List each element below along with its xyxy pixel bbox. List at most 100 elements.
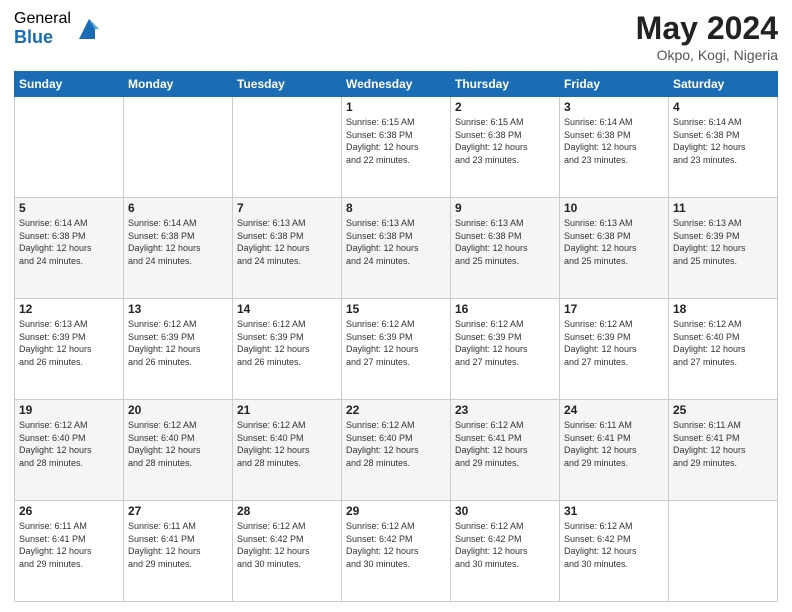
calendar-cell: 24 Sunrise: 6:11 AM Sunset: 6:41 PM Dayli…	[560, 400, 669, 501]
day-info: Sunrise: 6:14 AM Sunset: 6:38 PM Dayligh…	[128, 217, 228, 267]
calendar-cell: 1 Sunrise: 6:15 AM Sunset: 6:38 PM Daylig…	[342, 97, 451, 198]
calendar-week-2: 5 Sunrise: 6:14 AM Sunset: 6:38 PM Daylig…	[15, 198, 778, 299]
day-info: Sunrise: 6:13 AM Sunset: 6:38 PM Dayligh…	[455, 217, 555, 267]
title-block: May 2024 Okpo, Kogi, Nigeria	[636, 10, 778, 63]
calendar-week-5: 26Sunrise: 6:11 AM Sunset: 6:41 PM Dayli…	[15, 501, 778, 602]
calendar-cell: 2 Sunrise: 6:15 AM Sunset: 6:38 PM Daylig…	[451, 97, 560, 198]
calendar-cell: 20Sunrise: 6:12 AM Sunset: 6:40 PM Dayli…	[124, 400, 233, 501]
calendar-cell: 15 Sunrise: 6:12 AM Sunset: 6:39 PM Dayli…	[342, 299, 451, 400]
header: General Blue May 2024 Okpo, Kogi, Nigeri…	[14, 10, 778, 63]
day-info: Sunrise: 6:11 AM Sunset: 6:41 PM Dayligh…	[564, 419, 664, 469]
day-info: Sunrise: 6:15 AM Sunset: 6:38 PM Dayligh…	[346, 116, 446, 166]
col-header-friday: Friday	[560, 72, 669, 97]
day-info: Sunrise: 6:14 AM Sunset: 6:38 PM Dayligh…	[673, 116, 773, 166]
day-number: 3	[564, 100, 664, 114]
logo: General Blue	[14, 10, 103, 47]
day-info: Sunrise: 6:11 AM Sunset: 6:41 PM Dayligh…	[19, 520, 119, 570]
calendar-cell: 12 Sunrise: 6:13 AM Sunset: 6:39 PM Dayli…	[15, 299, 124, 400]
calendar-cell: 7Sunrise: 6:13 AM Sunset: 6:38 PM Daylig…	[233, 198, 342, 299]
day-info: Sunrise: 6:12 AM Sunset: 6:40 PM Dayligh…	[19, 419, 119, 469]
day-info: Sunrise: 6:12 AM Sunset: 6:42 PM Dayligh…	[564, 520, 664, 570]
day-number: 1	[346, 100, 446, 114]
day-number: 15	[346, 302, 446, 316]
logo-icon	[75, 15, 103, 43]
calendar-cell: 29Sunrise: 6:12 AM Sunset: 6:42 PM Dayli…	[342, 501, 451, 602]
day-number: 10	[564, 201, 664, 215]
day-number: 22	[346, 403, 446, 417]
day-number: 14	[237, 302, 337, 316]
calendar-cell	[233, 97, 342, 198]
calendar-cell: 10 Sunrise: 6:13 AM Sunset: 6:38 PM Dayli…	[560, 198, 669, 299]
day-info: Sunrise: 6:13 AM Sunset: 6:38 PM Dayligh…	[346, 217, 446, 267]
day-number: 4	[673, 100, 773, 114]
day-number: 24	[564, 403, 664, 417]
day-number: 17	[564, 302, 664, 316]
day-info: Sunrise: 6:12 AM Sunset: 6:42 PM Dayligh…	[455, 520, 555, 570]
logo-blue: Blue	[14, 28, 71, 48]
calendar-week-4: 19 Sunrise: 6:12 AM Sunset: 6:40 PM Dayli…	[15, 400, 778, 501]
day-number: 27	[128, 504, 228, 518]
calendar-cell: 21 Sunrise: 6:12 AM Sunset: 6:40 PM Dayli…	[233, 400, 342, 501]
day-number: 11	[673, 201, 773, 215]
calendar-cell: 26Sunrise: 6:11 AM Sunset: 6:41 PM Dayli…	[15, 501, 124, 602]
calendar-cell: 11 Sunrise: 6:13 AM Sunset: 6:39 PM Dayli…	[669, 198, 778, 299]
day-info: Sunrise: 6:12 AM Sunset: 6:39 PM Dayligh…	[237, 318, 337, 368]
calendar-cell: 4 Sunrise: 6:14 AM Sunset: 6:38 PM Daylig…	[669, 97, 778, 198]
calendar-cell: 16 Sunrise: 6:12 AM Sunset: 6:39 PM Dayli…	[451, 299, 560, 400]
day-number: 16	[455, 302, 555, 316]
day-number: 12	[19, 302, 119, 316]
day-number: 2	[455, 100, 555, 114]
day-info: Sunrise: 6:13 AM Sunset: 6:39 PM Dayligh…	[19, 318, 119, 368]
calendar-cell: 8 Sunrise: 6:13 AM Sunset: 6:38 PM Daylig…	[342, 198, 451, 299]
col-header-wednesday: Wednesday	[342, 72, 451, 97]
day-number: 19	[19, 403, 119, 417]
day-info: Sunrise: 6:12 AM Sunset: 6:39 PM Dayligh…	[455, 318, 555, 368]
day-info: Sunrise: 6:12 AM Sunset: 6:39 PM Dayligh…	[128, 318, 228, 368]
calendar-cell	[124, 97, 233, 198]
day-info: Sunrise: 6:13 AM Sunset: 6:39 PM Dayligh…	[673, 217, 773, 267]
logo-general: General	[14, 10, 71, 28]
calendar-week-1: 1 Sunrise: 6:15 AM Sunset: 6:38 PM Daylig…	[15, 97, 778, 198]
day-info: Sunrise: 6:12 AM Sunset: 6:40 PM Dayligh…	[346, 419, 446, 469]
day-info: Sunrise: 6:13 AM Sunset: 6:38 PM Dayligh…	[564, 217, 664, 267]
calendar-subtitle: Okpo, Kogi, Nigeria	[636, 47, 778, 63]
calendar-cell	[669, 501, 778, 602]
day-info: Sunrise: 6:12 AM Sunset: 6:42 PM Dayligh…	[237, 520, 337, 570]
day-info: Sunrise: 6:12 AM Sunset: 6:39 PM Dayligh…	[346, 318, 446, 368]
calendar-table: SundayMondayTuesdayWednesdayThursdayFrid…	[14, 71, 778, 602]
calendar-cell: 22 Sunrise: 6:12 AM Sunset: 6:40 PM Dayli…	[342, 400, 451, 501]
day-info: Sunrise: 6:12 AM Sunset: 6:41 PM Dayligh…	[455, 419, 555, 469]
calendar-cell: 31 Sunrise: 6:12 AM Sunset: 6:42 PM Dayli…	[560, 501, 669, 602]
col-header-saturday: Saturday	[669, 72, 778, 97]
col-header-tuesday: Tuesday	[233, 72, 342, 97]
day-info: Sunrise: 6:12 AM Sunset: 6:40 PM Dayligh…	[237, 419, 337, 469]
calendar-cell: 13Sunrise: 6:12 AM Sunset: 6:39 PM Dayli…	[124, 299, 233, 400]
calendar-title: May 2024	[636, 10, 778, 47]
day-info: Sunrise: 6:12 AM Sunset: 6:42 PM Dayligh…	[346, 520, 446, 570]
col-header-sunday: Sunday	[15, 72, 124, 97]
day-info: Sunrise: 6:14 AM Sunset: 6:38 PM Dayligh…	[19, 217, 119, 267]
day-info: Sunrise: 6:14 AM Sunset: 6:38 PM Dayligh…	[564, 116, 664, 166]
calendar-cell: 19 Sunrise: 6:12 AM Sunset: 6:40 PM Dayli…	[15, 400, 124, 501]
calendar-header-row: SundayMondayTuesdayWednesdayThursdayFrid…	[15, 72, 778, 97]
day-number: 9	[455, 201, 555, 215]
logo-text: General Blue	[14, 10, 71, 47]
day-number: 23	[455, 403, 555, 417]
day-info: Sunrise: 6:15 AM Sunset: 6:38 PM Dayligh…	[455, 116, 555, 166]
calendar-cell: 14 Sunrise: 6:12 AM Sunset: 6:39 PM Dayli…	[233, 299, 342, 400]
day-number: 5	[19, 201, 119, 215]
col-header-monday: Monday	[124, 72, 233, 97]
calendar-cell: 25Sunrise: 6:11 AM Sunset: 6:41 PM Dayli…	[669, 400, 778, 501]
calendar-cell: 30Sunrise: 6:12 AM Sunset: 6:42 PM Dayli…	[451, 501, 560, 602]
calendar-cell: 23 Sunrise: 6:12 AM Sunset: 6:41 PM Dayli…	[451, 400, 560, 501]
page: General Blue May 2024 Okpo, Kogi, Nigeri…	[0, 0, 792, 612]
day-info: Sunrise: 6:12 AM Sunset: 6:40 PM Dayligh…	[673, 318, 773, 368]
col-header-thursday: Thursday	[451, 72, 560, 97]
calendar-cell: 18Sunrise: 6:12 AM Sunset: 6:40 PM Dayli…	[669, 299, 778, 400]
calendar-cell	[15, 97, 124, 198]
day-number: 6	[128, 201, 228, 215]
day-number: 8	[346, 201, 446, 215]
day-number: 25	[673, 403, 773, 417]
day-number: 21	[237, 403, 337, 417]
day-number: 31	[564, 504, 664, 518]
